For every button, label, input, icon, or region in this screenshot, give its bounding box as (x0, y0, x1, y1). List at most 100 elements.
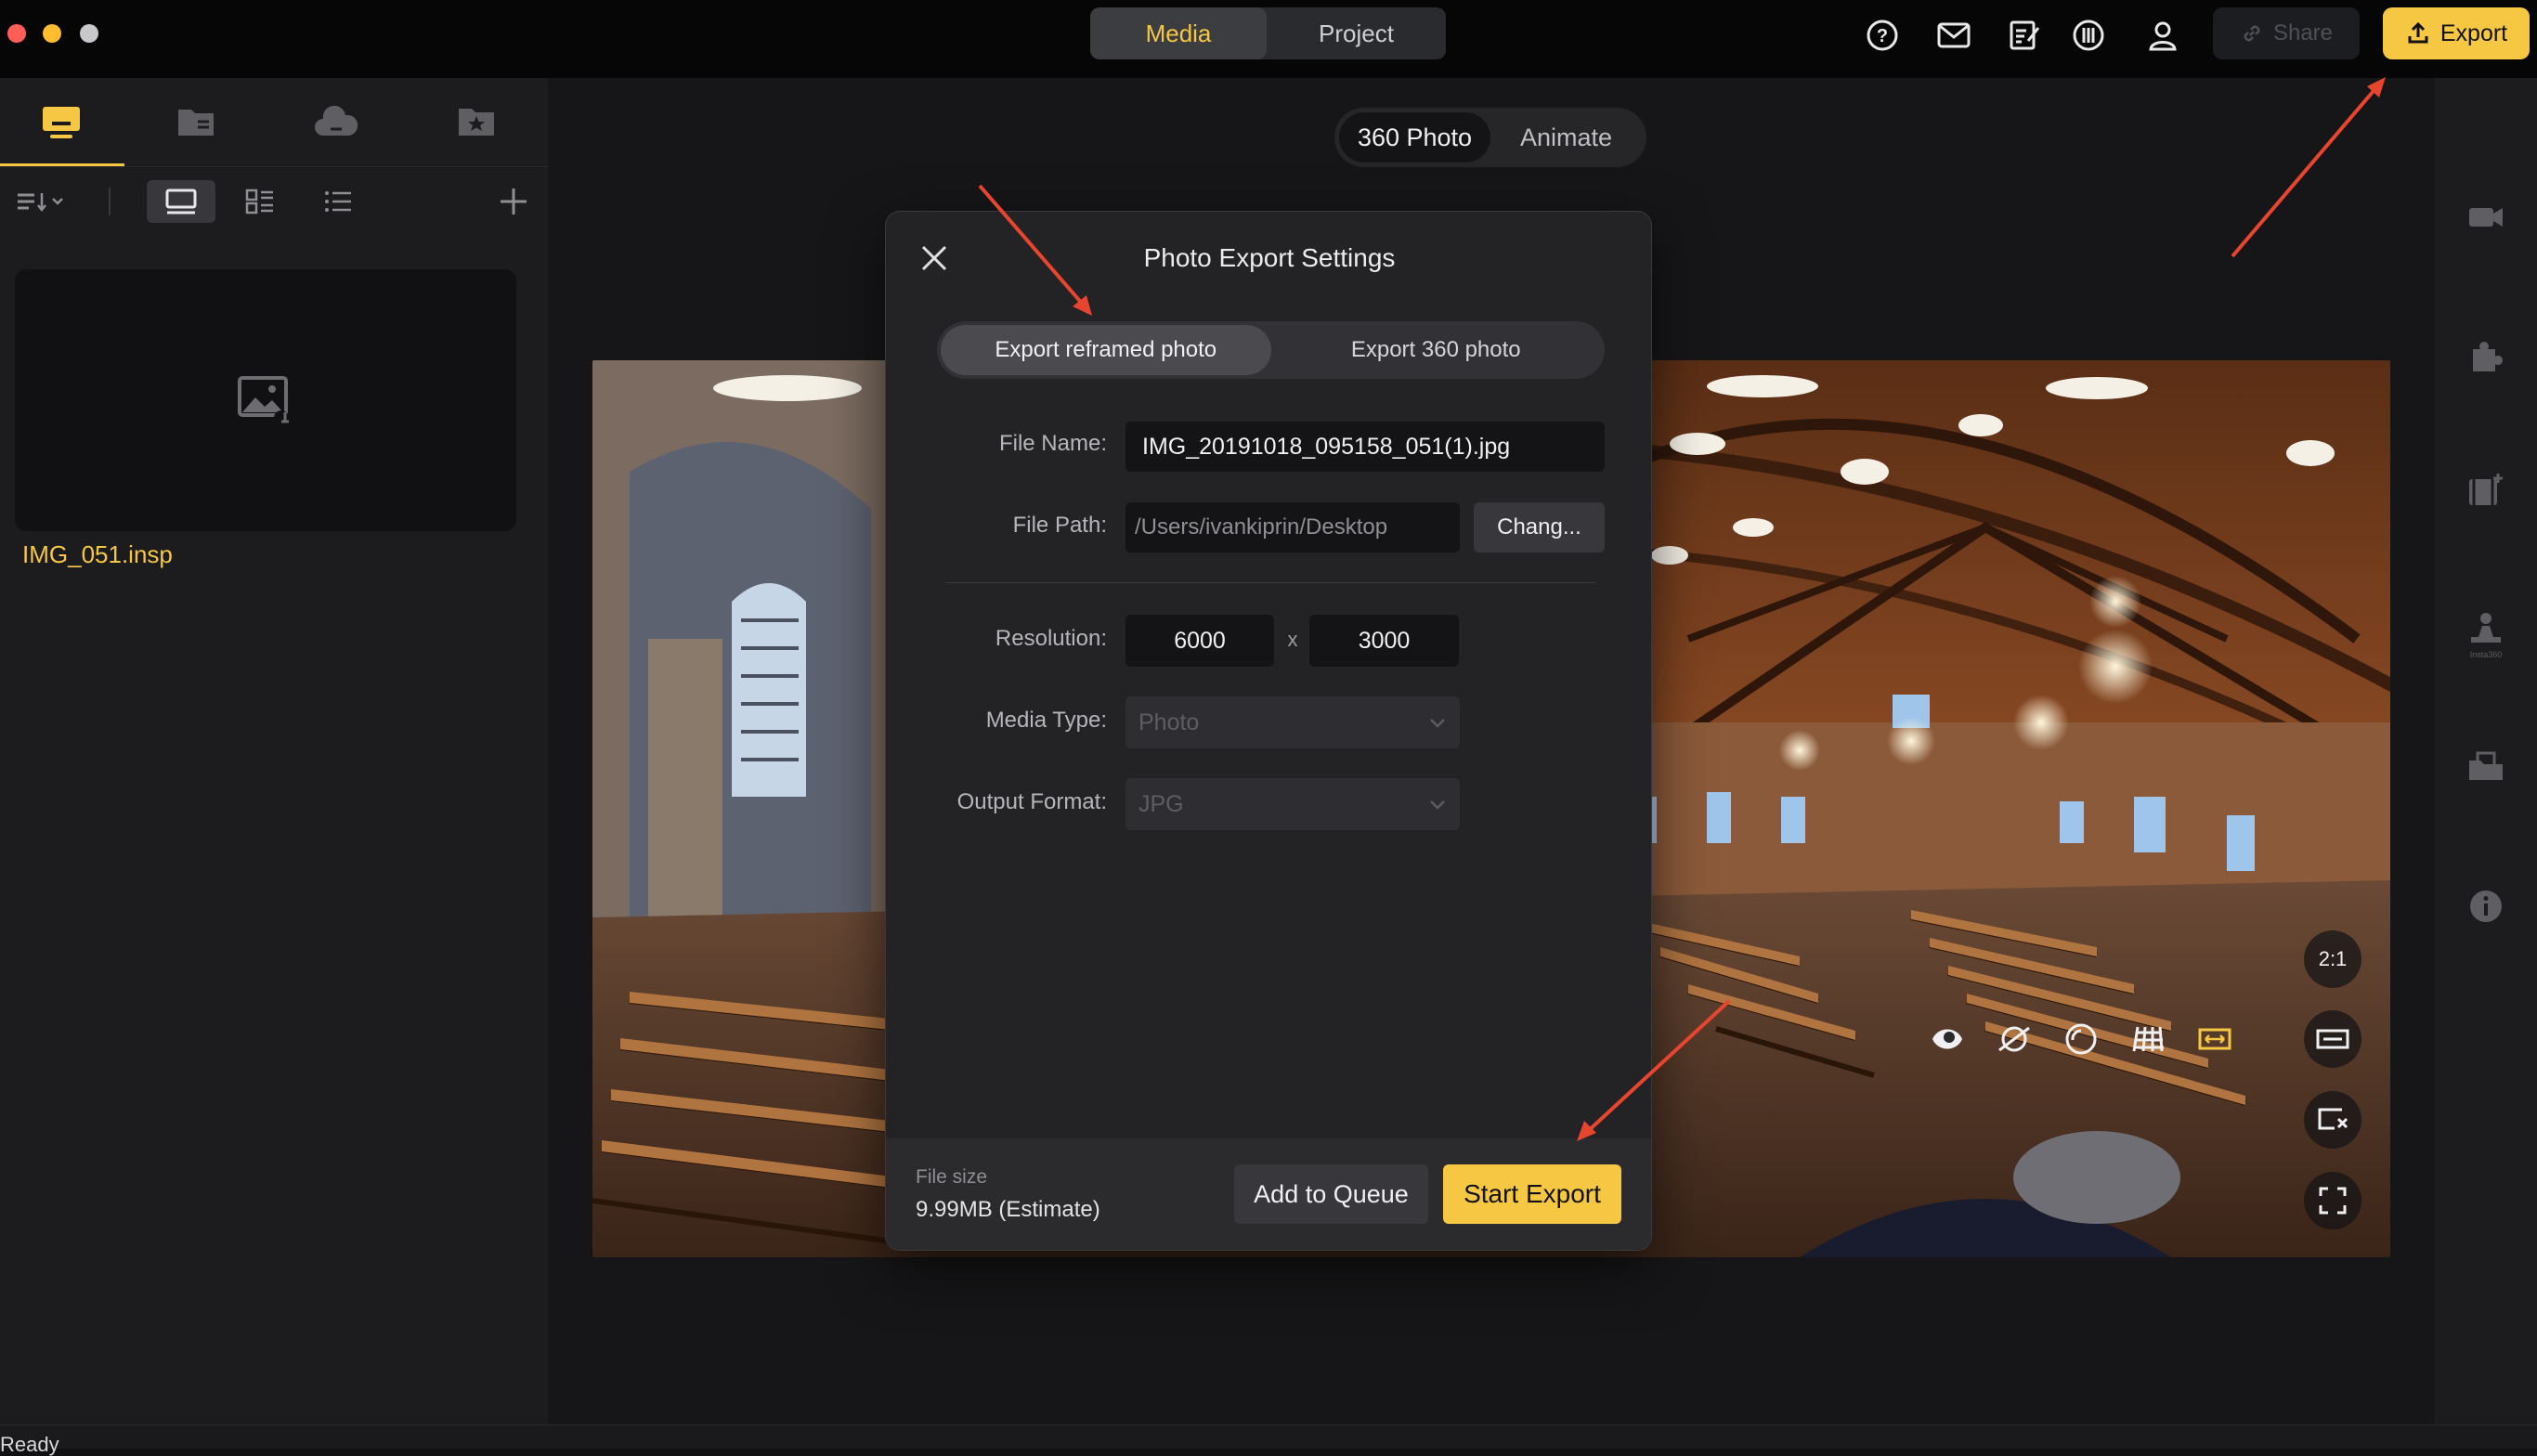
dialog-separator (945, 582, 1595, 583)
chevron-down-icon (1430, 800, 1445, 810)
share-button[interactable]: Share (2213, 7, 2360, 59)
file-size-value: 9.99MB (Estimate) (916, 1197, 1100, 1222)
help-icon[interactable]: ? (1862, 15, 1903, 56)
export-label: Export (2439, 20, 2508, 46)
svg-text:?: ? (1877, 26, 1888, 46)
insta360-stamp-icon[interactable]: Insta360 (2465, 607, 2506, 663)
list-icon (325, 191, 351, 212)
share-label: Share (2272, 20, 2334, 46)
aspect-ratio-label: 2:1 (2318, 947, 2348, 970)
status-bar: Ready (0, 1424, 2537, 1455)
local-media-tab[interactable] (0, 78, 123, 165)
sphere-icon (2065, 1023, 2097, 1055)
mail-icon[interactable] (1933, 15, 1974, 56)
right-toolbar: Insta360 (2435, 78, 2537, 1424)
large-thumbnail-view-button[interactable] (147, 180, 215, 223)
fisheye-view-button[interactable] (1926, 1018, 1969, 1060)
monitor-icon (43, 107, 80, 138)
info-icon[interactable] (2465, 886, 2506, 927)
media-type-value: Photo (1138, 708, 1200, 735)
remove-selection-button[interactable] (2304, 1091, 2361, 1149)
favorites-tab[interactable] (415, 78, 538, 165)
plugin-icon[interactable] (2465, 336, 2506, 377)
fit-width-button[interactable] (2304, 1010, 2361, 1068)
fit-width-icon (2316, 1029, 2349, 1049)
insta360-icon[interactable] (2068, 15, 2109, 56)
link-icon (2244, 25, 2260, 42)
file-name-input[interactable]: IMG_20191018_095158_051(1).jpg (1125, 422, 1605, 472)
image-placeholder-icon (238, 376, 289, 425)
view-mode-switch: 360 Photo Animate (1334, 108, 1646, 167)
output-format-select: JPG (1125, 778, 1460, 830)
output-format-value: JPG (1138, 790, 1184, 817)
screen-close-icon (2318, 1108, 2348, 1130)
start-export-button[interactable]: Start Export (1443, 1164, 1621, 1224)
folder-icon (178, 110, 214, 136)
perspective-view-button[interactable] (2127, 1018, 2169, 1060)
notes-icon[interactable] (2004, 15, 2045, 56)
mode-animate[interactable]: Animate (1490, 112, 1642, 162)
svg-text:Insta360: Insta360 (2470, 650, 2503, 659)
cloud-icon (315, 105, 358, 136)
export-button[interactable]: Export (2383, 7, 2530, 59)
aspect-ratio-button[interactable]: 2:1 (2304, 930, 2361, 988)
export-folder-icon[interactable] (2465, 745, 2506, 786)
sort-icon (18, 193, 63, 213)
tab-export-360-photo[interactable]: Export 360 photo (1271, 325, 1602, 375)
minimize-window-button[interactable] (43, 24, 61, 43)
planet-icon (1998, 1026, 2030, 1052)
add-media-button[interactable] (492, 180, 535, 223)
tab-export-reframed-photo[interactable]: Export reframed photo (941, 325, 1271, 375)
change-path-button[interactable]: Chang... (1474, 502, 1605, 552)
flat-icon (2198, 1028, 2231, 1050)
close-window-button[interactable] (7, 24, 26, 43)
fullscreen-icon (2319, 1187, 2347, 1215)
folder-tab[interactable] (135, 78, 257, 165)
favorites-icon (459, 109, 494, 136)
file-path-field: /Users/ivankiprin/Desktop (1125, 502, 1460, 552)
status-text: Ready (0, 1433, 59, 1456)
dialog-title: Photo Export Settings (1143, 243, 1396, 272)
zoom-window-button[interactable] (80, 24, 98, 43)
media-filename[interactable]: IMG_051.insp (22, 540, 173, 569)
panel-divider (0, 166, 548, 167)
mode-360-photo[interactable]: 360 Photo (1339, 112, 1490, 162)
title-bar: Media Project ? Share Export (0, 0, 2537, 78)
cloud-tab[interactable] (275, 78, 397, 165)
resolution-label: Resolution: (995, 626, 1107, 651)
resolution-width-input[interactable]: 6000 (1125, 615, 1274, 667)
media-type-select: Photo (1125, 696, 1460, 748)
media-type-label: Media Type: (985, 708, 1107, 733)
tiny-planet-view-button[interactable] (1993, 1018, 2036, 1060)
grid-icon (245, 188, 273, 214)
tab-media[interactable]: Media (1090, 7, 1267, 59)
fisheye-icon (1932, 1029, 1962, 1049)
fullscreen-button[interactable] (2304, 1172, 2361, 1229)
chevron-down-icon (1430, 719, 1445, 728)
user-icon[interactable] (2142, 15, 2183, 56)
file-path-label: File Path: (1012, 513, 1107, 538)
grid-view-button[interactable] (238, 180, 282, 223)
upload-icon (2408, 21, 2428, 44)
grid-perspective-icon (2132, 1026, 2164, 1052)
add-to-queue-button[interactable]: Add to Queue (1234, 1164, 1428, 1224)
camera-icon[interactable] (2465, 197, 2506, 238)
export-type-switch: Export reframed photo Export 360 photo (937, 321, 1605, 379)
large-thumbnail-icon (165, 188, 197, 214)
add-clip-icon[interactable] (2465, 470, 2506, 511)
media-thumbnail[interactable] (15, 269, 516, 531)
tab-project[interactable]: Project (1267, 7, 1446, 59)
file-name-label: File Name: (998, 431, 1107, 456)
dialog-footer: File size 9.99MB (Estimate) Add to Queue… (886, 1138, 1651, 1250)
toolbar-divider (109, 188, 111, 215)
file-size-label: File size (916, 1166, 988, 1188)
crystal-ball-view-button[interactable] (2060, 1018, 2102, 1060)
flat-view-button[interactable] (2193, 1018, 2236, 1060)
list-view-button[interactable] (316, 180, 360, 223)
media-library-panel: IMG_051.insp (0, 78, 548, 1424)
output-format-label: Output Format: (956, 789, 1107, 814)
resolution-separator: x (1287, 628, 1298, 651)
plus-icon (501, 188, 527, 214)
sort-dropdown[interactable] (13, 180, 71, 223)
resolution-height-input[interactable]: 3000 (1309, 615, 1459, 667)
